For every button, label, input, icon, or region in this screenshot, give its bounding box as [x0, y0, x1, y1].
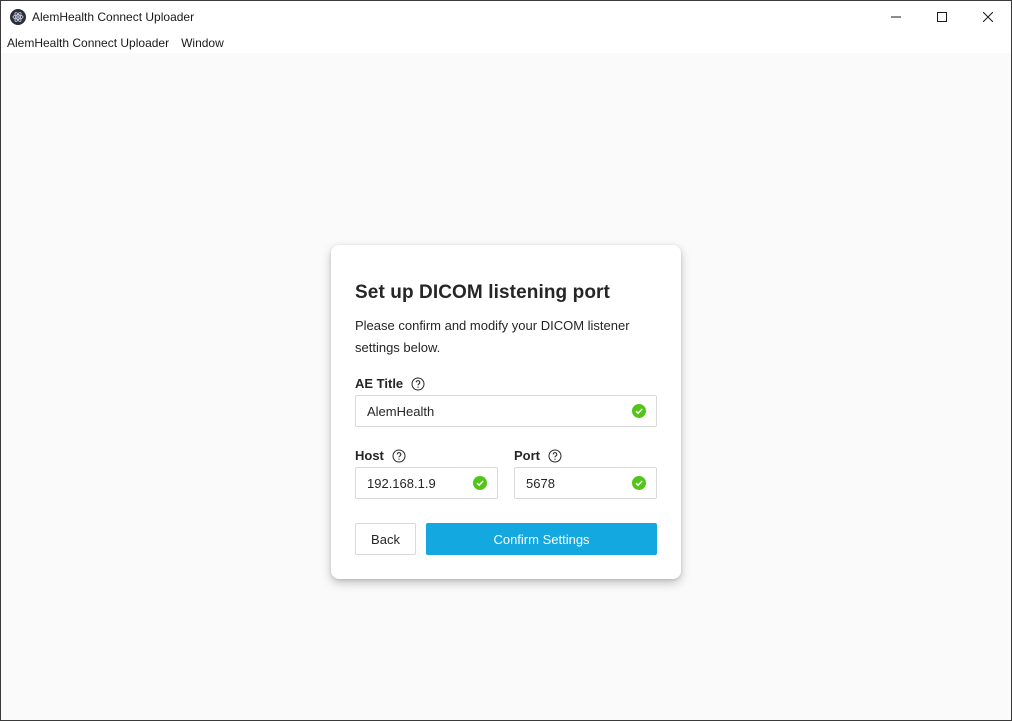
menu-item-app[interactable]: AlemHealth Connect Uploader — [1, 33, 175, 53]
check-circle-icon — [632, 476, 646, 490]
title-bar: AlemHealth Connect Uploader — [1, 1, 1011, 33]
menu-item-window[interactable]: Window — [175, 33, 230, 53]
host-label: Host — [355, 448, 406, 463]
host-value: 192.168.1.9 — [367, 475, 436, 491]
port-value: 5678 — [526, 475, 555, 491]
confirm-settings-button[interactable]: Confirm Settings — [426, 523, 657, 555]
question-circle-icon[interactable] — [411, 377, 425, 391]
app-window: AlemHealth Connect Uploader AlemHealth C… — [0, 0, 1012, 721]
dialog-title: Set up DICOM listening port — [355, 282, 610, 303]
port-label-text: Port — [514, 448, 540, 463]
minimize-icon — [891, 16, 901, 18]
window-controls — [873, 1, 1011, 33]
check-circle-icon — [632, 404, 646, 418]
atom-icon — [10, 9, 26, 25]
ae-title-input[interactable]: AlemHealth — [355, 395, 657, 427]
maximize-button[interactable] — [919, 1, 965, 33]
port-label: Port — [514, 448, 562, 463]
menu-bar: AlemHealth Connect Uploader Window — [1, 33, 1011, 53]
close-icon — [983, 12, 993, 22]
port-input[interactable]: 5678 — [514, 467, 657, 499]
dicom-setup-card: Set up DICOM listening port Please confi… — [331, 245, 681, 579]
dialog-description: Please confirm and modify your DICOM lis… — [355, 318, 630, 355]
minimize-button[interactable] — [873, 1, 919, 33]
close-button[interactable] — [965, 1, 1011, 33]
maximize-icon — [937, 12, 947, 22]
question-circle-icon[interactable] — [548, 449, 562, 463]
host-label-text: Host — [355, 448, 384, 463]
question-circle-icon[interactable] — [392, 449, 406, 463]
ae-title-value: AlemHealth — [367, 403, 435, 419]
back-button[interactable]: Back — [355, 523, 416, 555]
ae-title-label: AE Title — [355, 376, 425, 391]
host-input[interactable]: 192.168.1.9 — [355, 467, 498, 499]
check-circle-icon — [473, 476, 487, 490]
ae-title-label-text: AE Title — [355, 376, 404, 391]
window-title: AlemHealth Connect Uploader — [32, 10, 195, 24]
